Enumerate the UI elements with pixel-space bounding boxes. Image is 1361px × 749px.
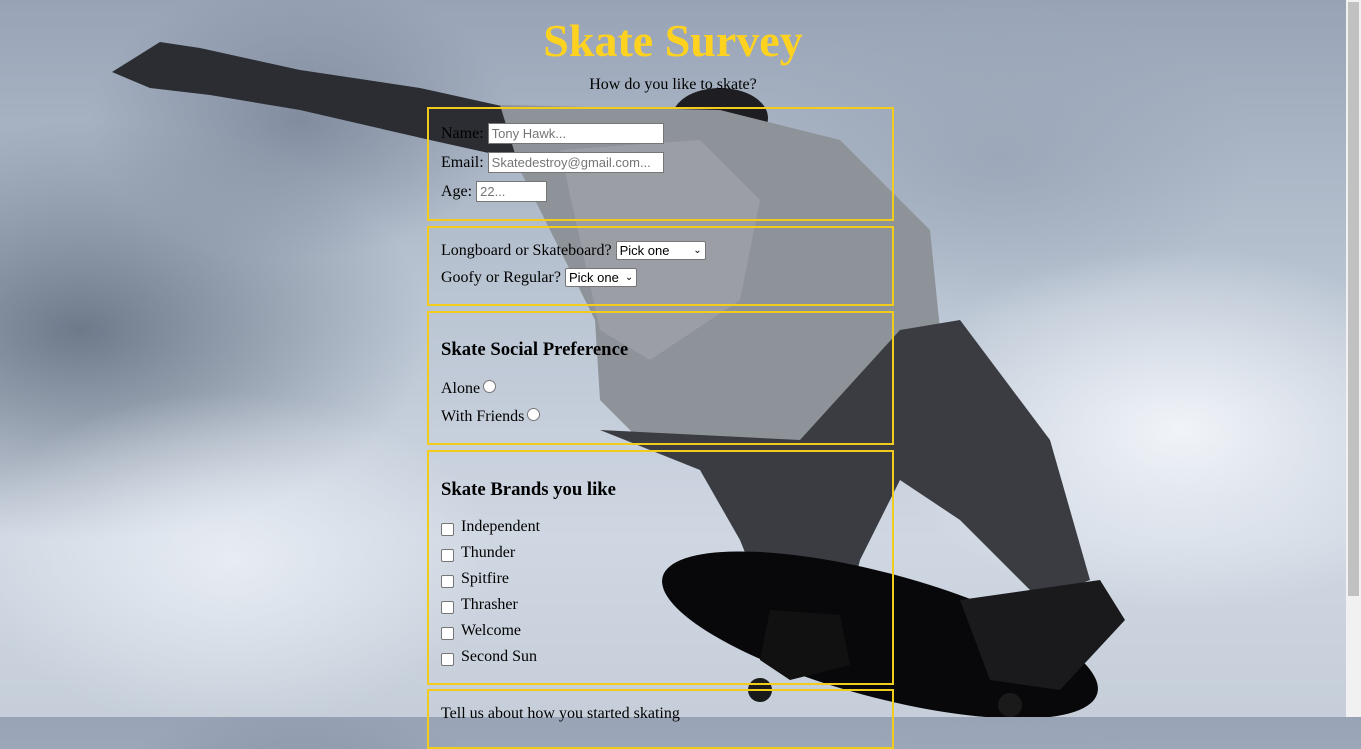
brand-item[interactable]: Thunder <box>441 544 515 562</box>
brand-label: Thrasher <box>461 596 518 613</box>
social-preference-fieldset: Skate Social Preference Alone With Frien… <box>427 311 894 445</box>
stance-row: Goofy or Regular? Pick one ⌄ <box>441 268 637 287</box>
stance-label: Goofy or Regular? <box>441 268 561 286</box>
brand-item[interactable]: Independent <box>441 518 540 536</box>
board-type-select[interactable]: Pick one ⌄ <box>615 241 706 260</box>
checkbox-spitfire[interactable] <box>441 574 454 588</box>
email-input[interactable] <box>487 152 664 173</box>
radio-alone-row[interactable]: Alone <box>441 379 497 398</box>
board-type-row: Longboard or Skateboard? Pick one ⌄ <box>441 241 706 260</box>
page-subtitle: How do you like to skate? <box>589 76 757 93</box>
radio-friends-label: With Friends <box>441 408 525 425</box>
checkbox-thunder[interactable] <box>441 548 454 562</box>
board-preference-fieldset: Longboard or Skateboard? Pick one ⌄ Goof… <box>427 226 894 306</box>
radio-alone[interactable] <box>483 379 497 393</box>
brand-item[interactable]: Second Sun <box>441 648 537 666</box>
checkbox-independent[interactable] <box>441 522 454 536</box>
page-scrollbar[interactable] <box>1346 0 1361 717</box>
age-label: Age: <box>441 182 473 200</box>
brand-label: Spitfire <box>461 570 509 587</box>
board-type-label: Longboard or Skateboard? <box>441 241 612 259</box>
story-prompt-row: Tell us about how you started skating <box>441 705 680 723</box>
stance-select[interactable]: Pick one ⌄ <box>564 268 637 287</box>
radio-with-friends[interactable] <box>527 407 541 421</box>
email-row: Email: <box>441 152 664 173</box>
story-prompt: Tell us about how you started skating <box>441 705 680 722</box>
brand-label: Independent <box>461 518 541 535</box>
scrollbar-thumb[interactable] <box>1348 2 1359 596</box>
brand-item[interactable]: Thrasher <box>441 596 518 614</box>
radio-alone-label: Alone <box>441 380 481 397</box>
name-label: Name: <box>441 124 484 142</box>
story-fieldset: Tell us about how you started skating <box>427 689 894 749</box>
chevron-down-icon: ⌄ <box>693 245 702 256</box>
checkbox-thrasher[interactable] <box>441 600 454 614</box>
age-input[interactable] <box>476 181 548 202</box>
page-title: Skate Survey <box>543 15 803 66</box>
chevron-down-icon: ⌄ <box>624 272 634 283</box>
brand-label: Welcome <box>461 622 522 639</box>
email-label: Email: <box>441 153 484 171</box>
checkbox-second-sun[interactable] <box>441 652 454 666</box>
social-heading: Skate Social Preference <box>441 339 629 360</box>
name-input[interactable] <box>487 123 664 144</box>
personal-info-fieldset: Name: Email: Age: <box>427 107 894 221</box>
age-row: Age: <box>441 181 548 202</box>
name-row: Name: <box>441 123 664 144</box>
brand-label: Thunder <box>461 544 516 561</box>
brands-heading: Skate Brands you like <box>441 479 616 500</box>
brand-label: Second Sun <box>461 648 537 665</box>
brands-fieldset: Skate Brands you like Independent Thunde… <box>427 450 894 685</box>
stance-value: Pick one <box>568 270 619 285</box>
board-type-value: Pick one <box>619 243 670 258</box>
radio-friends-row[interactable]: With Friends <box>441 407 541 426</box>
checkbox-welcome[interactable] <box>441 626 454 640</box>
brand-item[interactable]: Welcome <box>441 622 521 640</box>
brand-item[interactable]: Spitfire <box>441 570 509 588</box>
